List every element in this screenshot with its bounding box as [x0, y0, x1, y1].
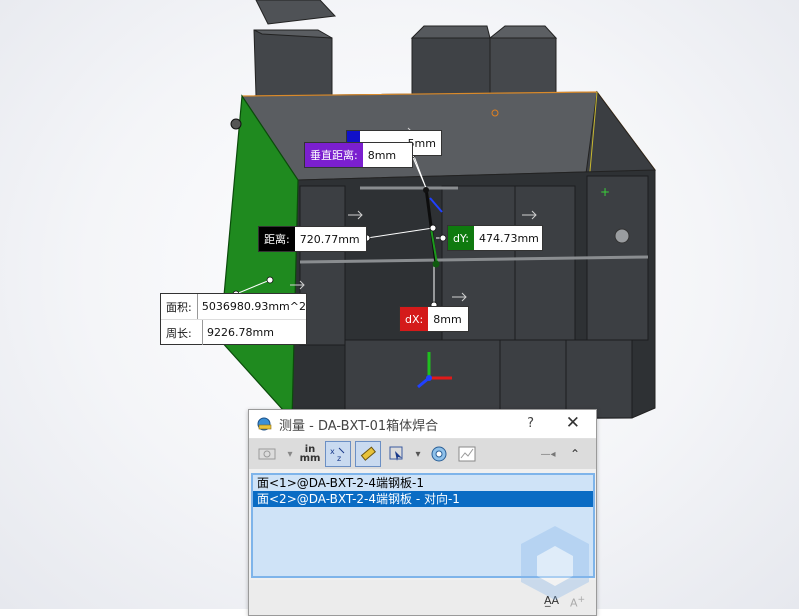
knob [230, 118, 242, 130]
xyz-delta-icon[interactable]: xz [325, 441, 351, 467]
select-cursor-icon[interactable] [385, 442, 409, 466]
list-item-selected[interactable]: 面<2>@DA-BXT-2-4端钢板 - 对向-1 [253, 491, 593, 507]
callout-dy-tag: dY: [448, 226, 474, 250]
perimeter-label: 周长: [161, 320, 203, 345]
callout-dy[interactable]: dY: 474.73mm [447, 225, 543, 251]
callout-distance-tag: 距离: [259, 227, 295, 251]
close-button[interactable]: ✕ [566, 413, 580, 433]
callout-dx-tag: dX: [400, 307, 429, 331]
callout-vertical-tag: 垂直距离: [305, 143, 363, 167]
chevron-down-icon[interactable]: ▾ [285, 442, 295, 466]
collapse-icon[interactable]: ⌃ [566, 442, 584, 466]
watermark-logo [515, 520, 595, 605]
svg-text:x: x [330, 447, 335, 456]
callout-dy-value: 474.73mm [478, 231, 539, 245]
plus-marker: + [600, 185, 610, 199]
small-box-left [253, 29, 333, 97]
small-box-right-top [488, 25, 558, 39]
point-to-point-icon[interactable] [355, 441, 381, 467]
history-icon[interactable] [455, 442, 479, 466]
measure-tool-icon [257, 416, 273, 432]
svg-text:z: z [337, 454, 341, 463]
point-1 [423, 187, 429, 193]
projection-icon[interactable] [427, 442, 451, 466]
pipe-fitting [614, 228, 630, 244]
dialog-title: 测量 - DA-BXT-01箱体焊合 [279, 418, 439, 434]
perimeter-row: 周长: 9226.78mm [161, 320, 306, 345]
callout-dx-value: 8mm [433, 312, 462, 326]
units-icon[interactable]: in mm [299, 442, 321, 466]
callout-vertical-value: 8mm [367, 148, 397, 162]
dialog-titlebar[interactable]: 测量 - DA-BXT-01箱体焊合 ? ✕ [249, 410, 596, 439]
callout-distance[interactable]: 距离: 720.77mm [258, 226, 367, 252]
small-box-mid-top [410, 25, 491, 39]
perimeter-value: 9226.78mm [207, 326, 274, 339]
area-value: 5036980.93mm^2 [201, 300, 306, 313]
point-2 [432, 260, 440, 268]
measure-toolbar: ▾ in mm xz ▾ —◂ ⌃ [249, 439, 596, 469]
help-button[interactable]: ? [527, 416, 534, 431]
area-label: 面积: [161, 294, 198, 319]
chevron-down-icon[interactable]: ▾ [413, 442, 423, 466]
callout-dx[interactable]: dX: 8mm [399, 306, 469, 332]
callout-distance-value: 720.77mm [299, 232, 360, 246]
lid-panel [255, 0, 337, 25]
list-item[interactable]: 面<1>@DA-BXT-2-4端钢板-1 [253, 475, 593, 491]
callout-vertical-distance[interactable]: 垂直距离: 8mm [304, 142, 413, 168]
arc-circle-icon[interactable] [255, 442, 281, 466]
callout-area-perimeter[interactable]: 面积: 5036980.93mm^2 周长: 9226.78mm [160, 293, 307, 345]
pin-icon[interactable]: —◂ [538, 442, 558, 466]
area-row: 面积: 5036980.93mm^2 [161, 294, 306, 320]
